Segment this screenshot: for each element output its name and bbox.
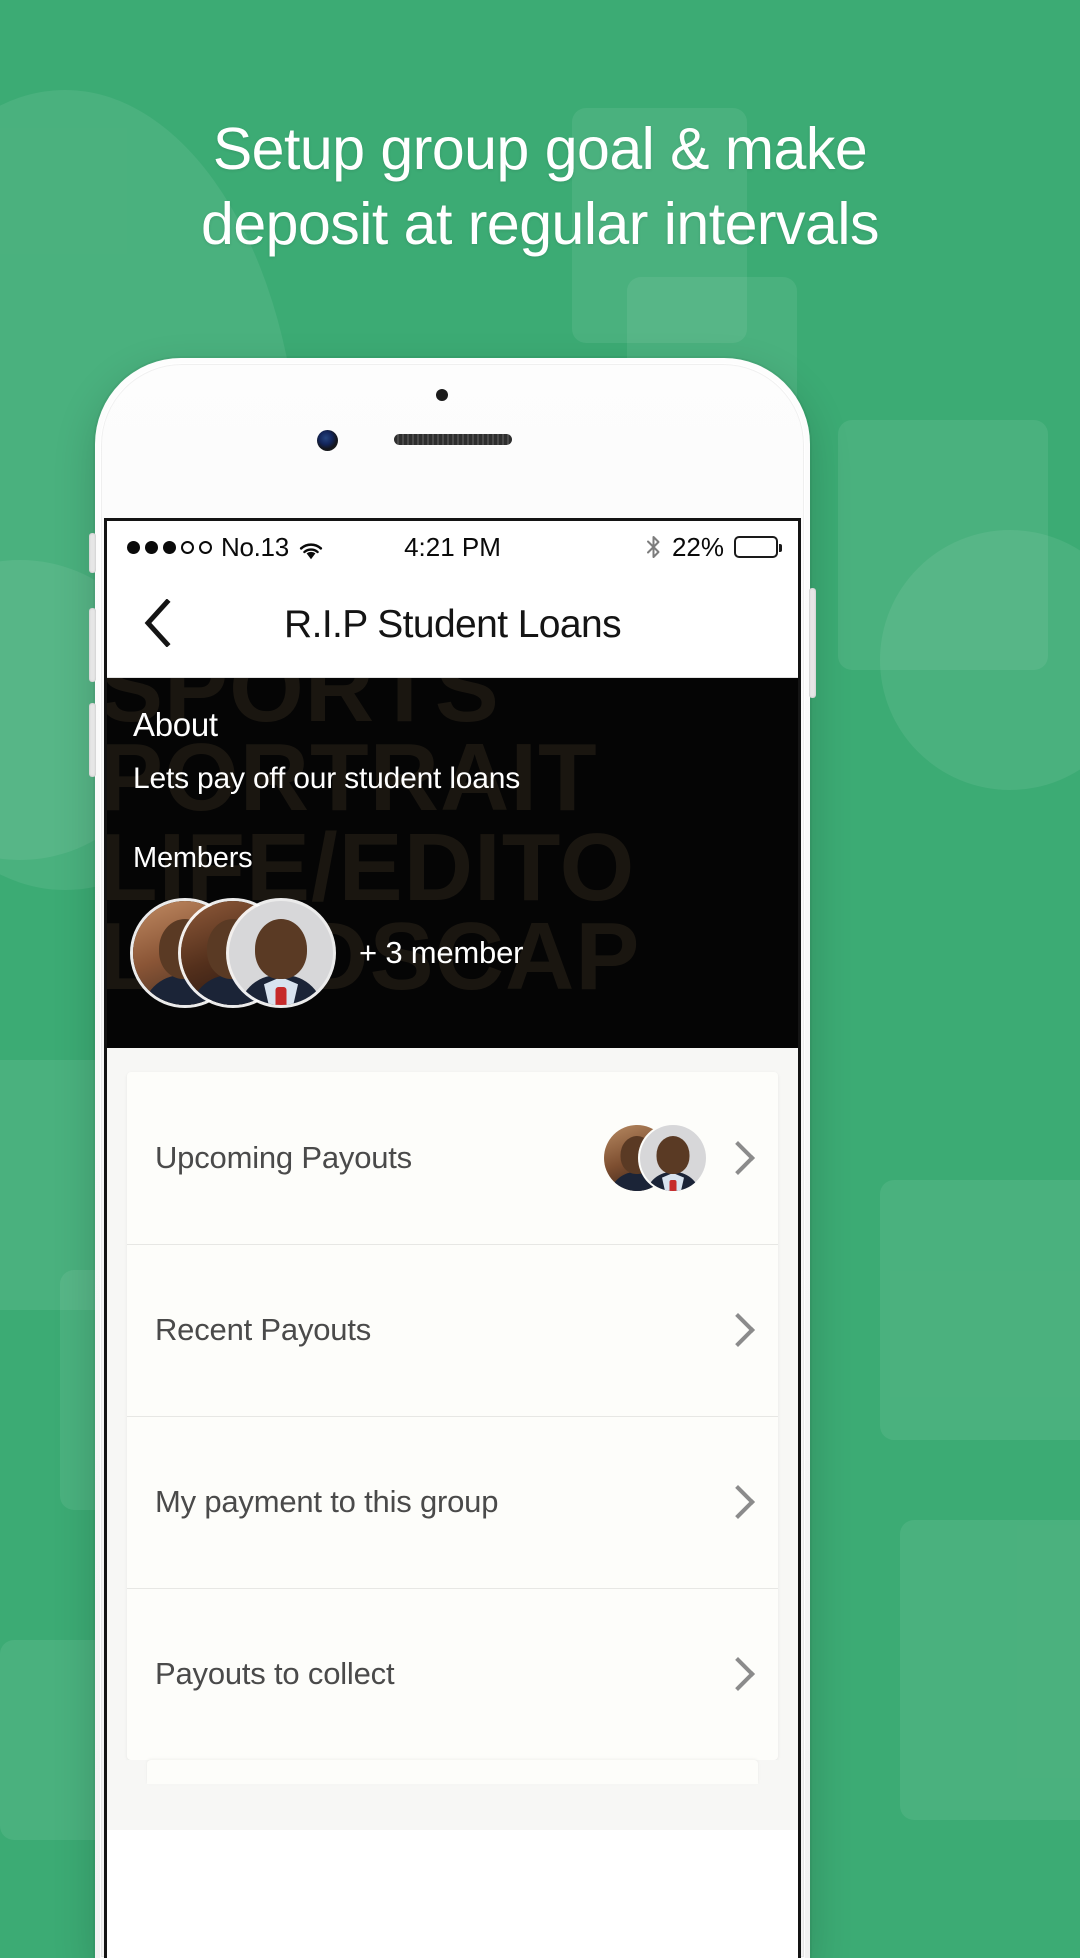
navigation-bar: R.I.P Student Loans: [107, 573, 798, 678]
phone-power-button: [809, 588, 816, 698]
list-bottom-spacer: [127, 1760, 778, 1830]
list-item-label: Recent Payouts: [155, 1312, 372, 1347]
promo-headline-line-1: Setup group goal & make: [212, 116, 868, 182]
promo-headline-line-2: deposit at regular intervals: [201, 190, 879, 257]
chevron-right-icon: [721, 1141, 755, 1175]
group-hero-section: SPORTS PORTRAIT LIFE/EDITO LANDSCAP Abou…: [107, 678, 798, 1048]
list-item[interactable]: My payment to this group: [127, 1416, 778, 1588]
list-item-accessory: [721, 1485, 755, 1519]
hero-content: About Lets pay off our student loans Mem…: [107, 678, 798, 1013]
status-bar: No.13 4:21 PM 22%: [107, 521, 798, 573]
chevron-right-icon: [721, 1313, 755, 1347]
phone-volume-down-button: [89, 703, 96, 777]
bluetooth-icon: [645, 535, 662, 559]
list-item-accessory: [721, 1313, 755, 1347]
battery-icon: [734, 536, 782, 558]
members-row[interactable]: + 3 member: [133, 893, 772, 1013]
list-item[interactable]: Payouts to collect: [127, 1588, 778, 1760]
battery-percent-label: 22%: [671, 531, 724, 562]
next-card-peek[interactable]: [147, 1760, 758, 1784]
chevron-left-icon: [143, 597, 171, 652]
list-item-label: Payouts to collect: [155, 1656, 395, 1691]
status-bar-left: No.13: [127, 532, 324, 563]
about-description: Lets pay off our student loans: [133, 762, 521, 795]
carrier-label: No.13: [221, 531, 289, 562]
members-extra-count: + 3 member: [359, 935, 524, 970]
page-title: R.I.P Student Loans: [284, 603, 622, 646]
chevron-right-icon: [721, 1485, 755, 1519]
chevron-right-icon: [721, 1657, 755, 1691]
list-item-label: Upcoming Payouts: [155, 1140, 412, 1175]
group-actions-section: Upcoming Payouts Recent Payouts My payme…: [107, 1048, 798, 1830]
list-item-label: My payment to this group: [155, 1484, 499, 1519]
list-item-accessory: [604, 1125, 755, 1191]
promo-headline: Setup group goal & make deposit at regul…: [0, 112, 1080, 262]
decor-square-6: [880, 1180, 1080, 1440]
decor-square-7: [900, 1520, 1080, 1820]
status-bar-right: 22%: [645, 531, 782, 563]
about-heading: About: [133, 706, 218, 743]
avatar: [229, 901, 333, 1005]
group-actions-card: Upcoming Payouts Recent Payouts My payme…: [127, 1072, 778, 1760]
phone-earpiece-speaker: [393, 434, 512, 445]
phone-front-camera: [317, 430, 338, 451]
phone-screen: No.13 4:21 PM 22% R.I.P Student Loans SP…: [104, 518, 801, 1958]
back-button[interactable]: [129, 597, 185, 653]
phone-volume-up-button: [89, 608, 96, 682]
avatar: [640, 1125, 706, 1191]
list-item-accessory: [721, 1657, 755, 1691]
phone-mute-switch: [89, 533, 96, 573]
wifi-icon: [298, 537, 324, 560]
phone-proximity-sensor: [436, 389, 448, 401]
list-item[interactable]: Recent Payouts: [127, 1244, 778, 1416]
member-avatar-group[interactable]: [133, 893, 333, 1013]
phone-mockup: No.13 4:21 PM 22% R.I.P Student Loans SP…: [89, 358, 816, 1958]
payout-avatar-group: [604, 1125, 706, 1191]
members-heading: Members: [133, 842, 253, 874]
signal-strength-icon: [127, 540, 212, 554]
list-item[interactable]: Upcoming Payouts: [127, 1072, 778, 1244]
decor-square-3: [838, 420, 1048, 670]
